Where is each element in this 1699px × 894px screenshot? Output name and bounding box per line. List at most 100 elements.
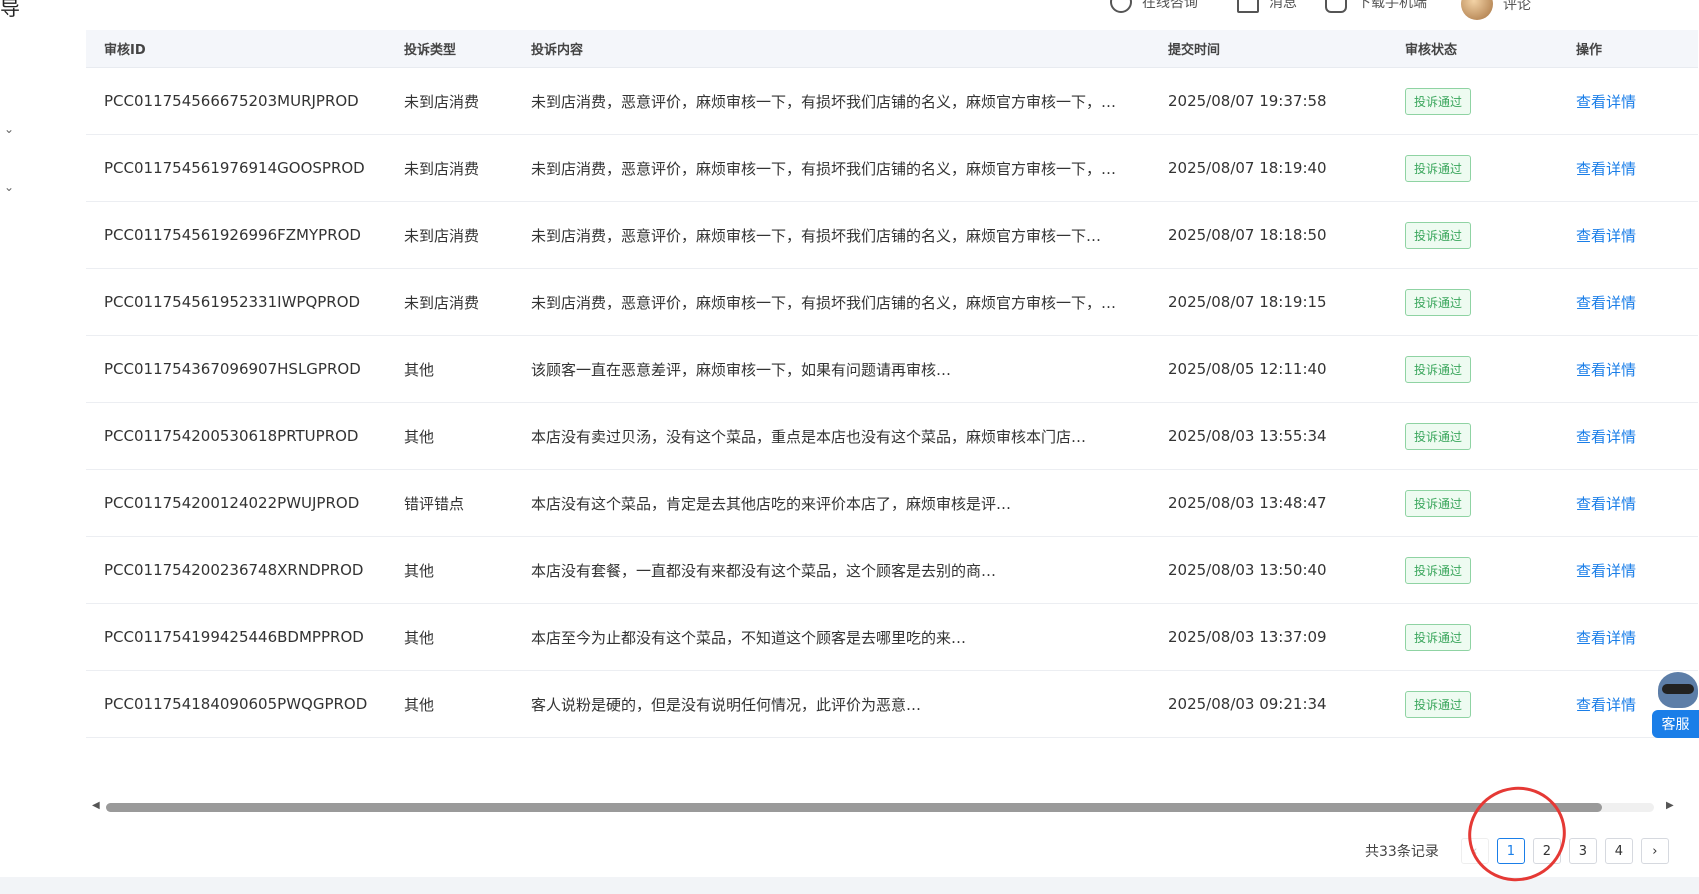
table-row: PCC011754367096907HSLGPROD 其他 该顾客一直在恶意差评…	[86, 335, 1698, 403]
chat-icon	[1110, 0, 1132, 13]
table-row: PCC011754199425446BDMPPROD 其他 本店至今为止都没有这…	[86, 603, 1698, 671]
submit-time: 2025/08/03 13:55:34	[1168, 402, 1405, 470]
complaint-content: 未到店消费，恶意评价，麻烦审核一下，有损坏我们店铺的名义，麻烦官方审核一下，…	[531, 134, 1168, 202]
total-records: 共33条记录	[1365, 844, 1439, 860]
table-header-row: 审核ID 投诉类型 投诉内容 提交时间 审核状态 操作	[86, 30, 1698, 68]
status-badge: 投诉通过	[1405, 355, 1472, 383]
messages-label: 消息	[1269, 0, 1297, 11]
column-header-review-id[interactable]: 审核ID	[86, 30, 404, 68]
review-id: PCC011754561926996FZMYPROD	[86, 201, 404, 269]
avatar	[1461, 0, 1493, 20]
status-badge: 投诉通过	[1405, 623, 1472, 651]
column-header-content[interactable]: 投诉内容	[531, 30, 1168, 68]
action-cell: 查看详情	[1576, 469, 1698, 537]
view-details-link[interactable]: 查看详情	[1576, 562, 1636, 580]
phone-icon	[1325, 0, 1347, 13]
action-cell: 查看详情	[1576, 67, 1698, 135]
view-details-link[interactable]: 查看详情	[1576, 227, 1636, 245]
page-button-3[interactable]: 3	[1568, 838, 1597, 864]
action-cell: 查看详情	[1576, 536, 1698, 604]
submit-time: 2025/08/03 13:37:09	[1168, 603, 1405, 671]
complaint-type: 其他	[404, 536, 531, 604]
table-row: PCC011754200124022PWUJPROD 错评错点 本店没有这个菜品…	[86, 469, 1698, 537]
online-consult-label: 在线咨询	[1142, 0, 1198, 11]
complaint-content: 本店没有卖过贝汤，没有这个菜品，重点是本店也没有这个菜品，麻烦审核本门店…	[531, 402, 1168, 470]
status-cell: 投诉通过	[1405, 67, 1576, 135]
review-id: PCC011754200124022PWUJPROD	[86, 469, 404, 537]
review-id: PCC011754566675203MURJPROD	[86, 67, 404, 135]
scroll-left-icon[interactable]: ◀	[92, 800, 100, 811]
view-details-link[interactable]: 查看详情	[1576, 495, 1636, 513]
submit-time: 2025/08/07 18:19:15	[1168, 268, 1405, 336]
complaint-content: 本店至今为止都没有这个菜品，不知道这个顾客是去哪里吃的来…	[531, 603, 1168, 671]
horizontal-scrollbar[interactable]: ◀ ▶	[90, 800, 1674, 814]
chevron-down-icon[interactable]: ⌄	[4, 122, 14, 136]
view-details-link[interactable]: 查看详情	[1576, 428, 1636, 446]
table-row: PCC011754561976914GOOSPROD 未到店消费 未到店消费，恶…	[86, 134, 1698, 202]
action-cell: 查看详情	[1576, 402, 1698, 470]
view-details-link[interactable]: 查看详情	[1576, 361, 1636, 379]
submit-time: 2025/08/03 13:50:40	[1168, 536, 1405, 604]
status-badge: 投诉通过	[1405, 87, 1472, 115]
complaint-type: 错评错点	[404, 469, 531, 537]
user-name: 评论	[1503, 0, 1531, 13]
complaint-type: 未到店消费	[404, 268, 531, 336]
status-badge: 投诉通过	[1405, 422, 1472, 450]
complaint-content: 客人说粉是硬的，但是没有说明任何情况，此评价为恶意…	[531, 670, 1168, 738]
review-id: PCC011754200236748XRNDPROD	[86, 536, 404, 604]
submit-time: 2025/08/03 13:48:47	[1168, 469, 1405, 537]
submit-time: 2025/08/07 19:37:58	[1168, 67, 1405, 135]
status-cell: 投诉通过	[1405, 268, 1576, 336]
view-details-link[interactable]: 查看详情	[1576, 294, 1636, 312]
view-details-link[interactable]: 查看详情	[1576, 93, 1636, 111]
table-row: PCC011754561952331IWPQPROD 未到店消费 未到店消费，恶…	[86, 268, 1698, 336]
next-page-button[interactable]: ›	[1640, 838, 1669, 864]
page-button-4[interactable]: 4	[1604, 838, 1633, 864]
complaint-content: 本店没有套餐，一直都没有来都没有这个菜品，这个顾客是去别的商…	[531, 536, 1168, 604]
action-cell: 查看详情	[1576, 603, 1698, 671]
action-cell: 查看详情	[1576, 268, 1698, 336]
view-details-link[interactable]: 查看详情	[1576, 696, 1636, 714]
left-sidebar-edge: 导 ⌄ ⌄	[0, 0, 47, 877]
scrollbar-thumb[interactable]	[106, 803, 1602, 812]
download-app[interactable]: 下载手机端	[1325, 0, 1427, 13]
status-cell: 投诉通过	[1405, 201, 1576, 269]
column-header-time[interactable]: 提交时间	[1168, 30, 1405, 68]
status-cell: 投诉通过	[1405, 670, 1576, 738]
complaint-type: 未到店消费	[404, 201, 531, 269]
status-cell: 投诉通过	[1405, 469, 1576, 537]
chevron-down-icon[interactable]: ⌄	[4, 180, 14, 194]
status-badge: 投诉通过	[1405, 690, 1472, 718]
status-cell: 投诉通过	[1405, 335, 1576, 403]
column-header-type[interactable]: 投诉类型	[404, 30, 531, 68]
submit-time: 2025/08/07 18:18:50	[1168, 201, 1405, 269]
sidebar-partial-title: 导	[0, 0, 20, 20]
table-row: PCC011754561926996FZMYPROD 未到店消费 未到店消费，恶…	[86, 201, 1698, 269]
messages[interactable]: 消息	[1237, 0, 1297, 13]
table-row: PCC011754200236748XRNDPROD 其他 本店没有套餐，一直都…	[86, 536, 1698, 604]
scroll-right-icon[interactable]: ▶	[1666, 800, 1674, 811]
table-row: PCC011754566675203MURJPROD 未到店消费 未到店消费，恶…	[86, 67, 1698, 135]
online-consult[interactable]: 在线咨询	[1110, 0, 1198, 13]
complaint-type: 其他	[404, 335, 531, 403]
review-id: PCC011754200530618PRTUPROD	[86, 402, 404, 470]
complaint-type: 其他	[404, 402, 531, 470]
view-details-link[interactable]: 查看详情	[1576, 629, 1636, 647]
status-cell: 投诉通过	[1405, 134, 1576, 202]
complaint-content: 本店没有这个菜品，肯定是去其他店吃的来评价本店了，麻烦审核是评…	[531, 469, 1168, 537]
status-cell: 投诉通过	[1405, 536, 1576, 604]
submit-time: 2025/08/05 12:11:40	[1168, 335, 1405, 403]
complaint-content: 未到店消费，恶意评价，麻烦审核一下，有损坏我们店铺的名义，麻烦官方审核一下，…	[531, 67, 1168, 135]
status-cell: 投诉通过	[1405, 402, 1576, 470]
view-details-link[interactable]: 查看详情	[1576, 160, 1636, 178]
review-id: PCC011754199425446BDMPPROD	[86, 603, 404, 671]
table-row: PCC011754184090605PWQGPROD 其他 客人说粉是硬的，但是…	[86, 670, 1698, 738]
user-menu[interactable]: 评论	[1461, 0, 1531, 20]
complaint-content: 该顾客一直在恶意差评，麻烦审核一下，如果有问题请再审核…	[531, 335, 1168, 403]
status-badge: 投诉通过	[1405, 556, 1472, 584]
column-header-status[interactable]: 审核状态	[1405, 30, 1576, 68]
column-header-action[interactable]: 操作	[1576, 30, 1698, 68]
complaint-type: 其他	[404, 603, 531, 671]
customer-service-widget[interactable]: 客服	[1652, 668, 1699, 740]
complaint-content: 未到店消费，恶意评价，麻烦审核一下，有损坏我们店铺的名义，麻烦官方审核一下…	[531, 201, 1168, 269]
